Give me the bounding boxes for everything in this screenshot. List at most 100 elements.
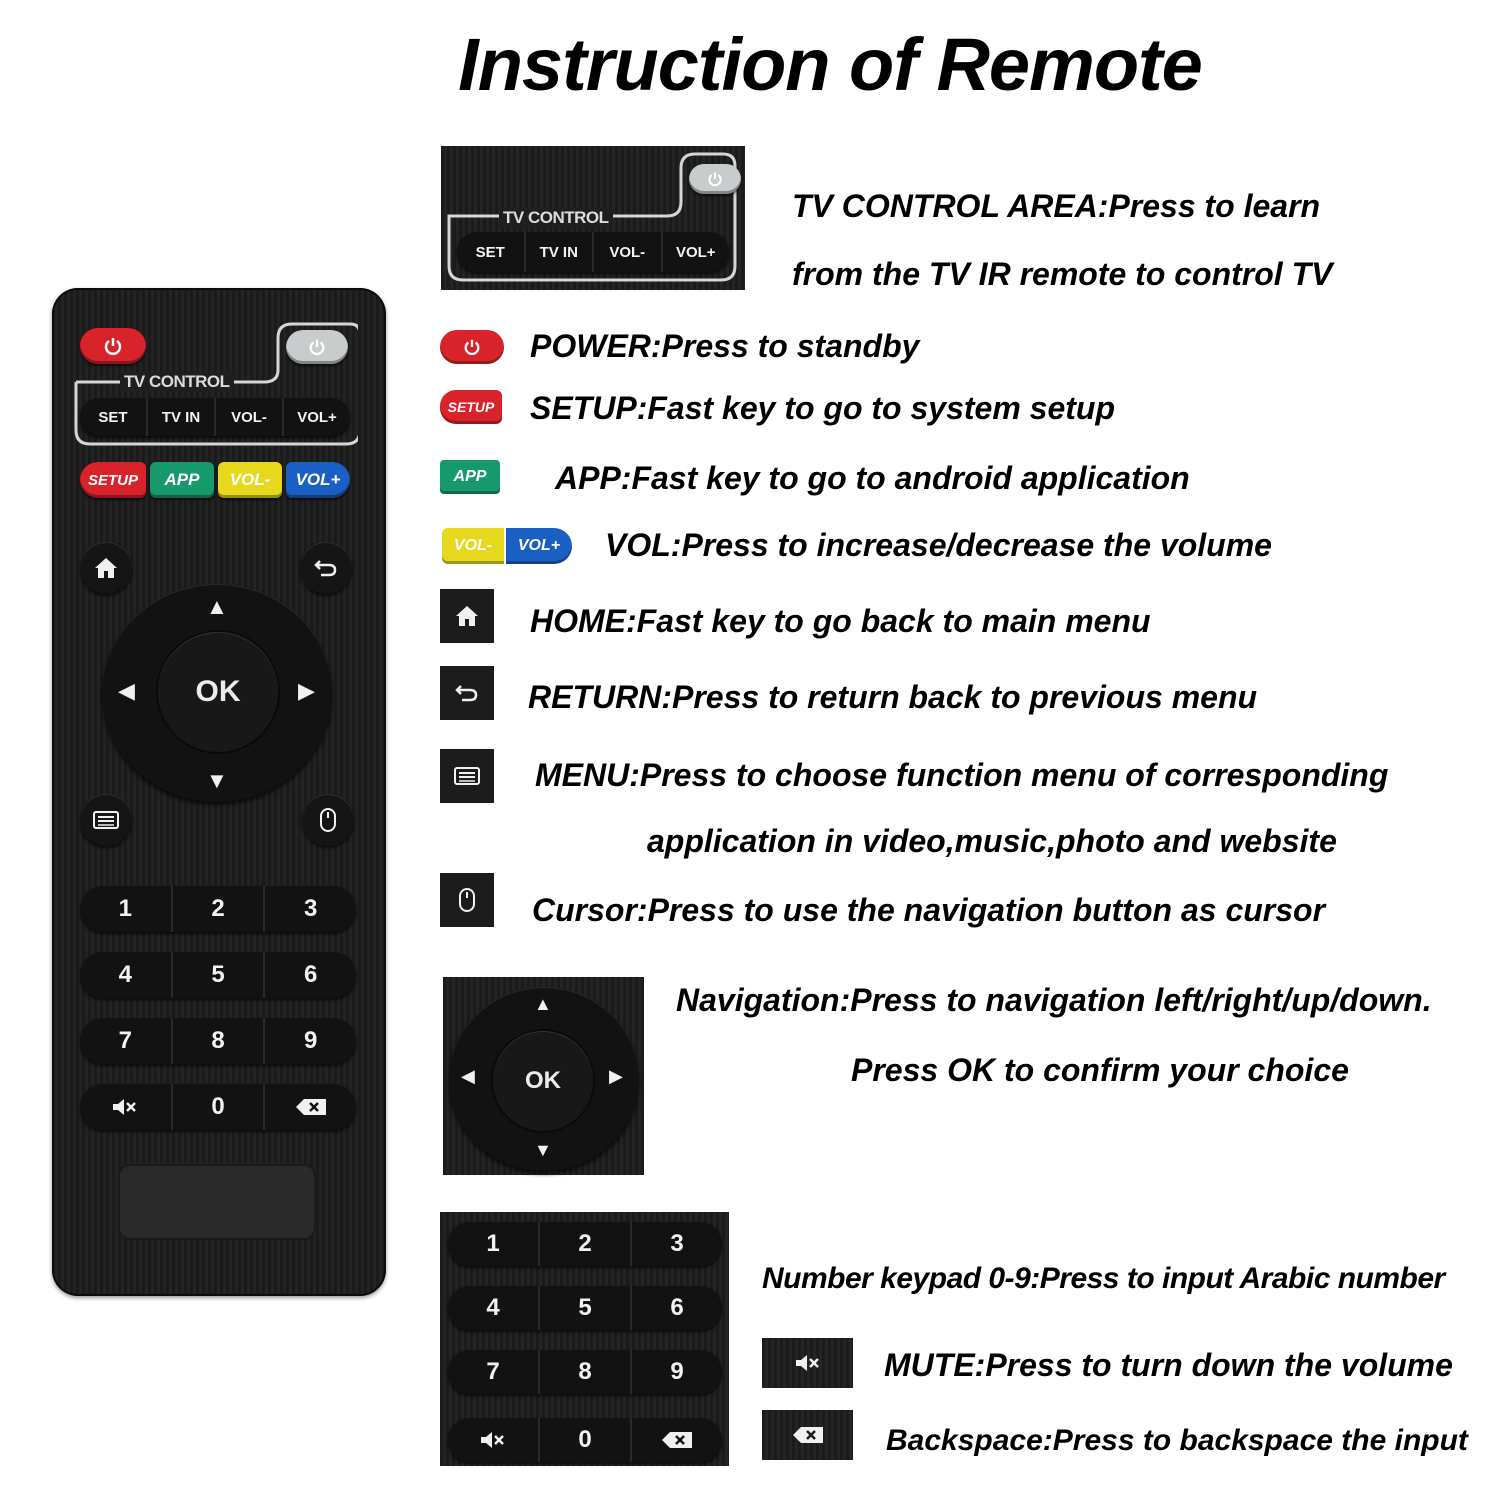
key-4[interactable]: 4 <box>80 952 173 998</box>
tv-in-button[interactable]: TV IN <box>148 398 216 436</box>
keypad-desc: Number keypad 0-9:Press to input Arabic … <box>762 1262 1445 1295</box>
key-5: 5 <box>540 1286 632 1330</box>
menu-button[interactable] <box>80 794 132 846</box>
mute-key[interactable] <box>80 1084 173 1130</box>
return-button <box>440 666 494 720</box>
keypad-thumbnail: 1 2 3 4 5 6 7 8 9 0 <box>440 1212 729 1466</box>
down-arrow-icon: ▼ <box>534 1140 552 1160</box>
backspace-icon <box>660 1430 694 1450</box>
key-1[interactable]: 1 <box>80 886 173 932</box>
mouse-icon <box>458 887 476 913</box>
mute-thumbnail <box>762 1338 853 1388</box>
vol-minus-button: VOL- <box>442 528 504 564</box>
tv-set-button: SET <box>457 232 526 272</box>
tv-vol-minus-button: VOL- <box>594 232 663 272</box>
home-icon <box>93 556 119 580</box>
tv-button-row: SET TV IN VOL- VOL+ <box>457 232 729 272</box>
key-9: 9 <box>670 1358 684 1385</box>
key-5[interactable]: 5 <box>173 952 266 998</box>
keypad-row: 0 <box>80 1084 356 1130</box>
vol-plus-button[interactable]: VOL+ <box>286 462 350 498</box>
key-6[interactable]: 6 <box>265 952 356 998</box>
key-8: 8 <box>540 1350 632 1394</box>
return-icon <box>314 557 338 579</box>
power-icon <box>463 338 481 356</box>
backspace-key[interactable] <box>265 1084 356 1130</box>
left-arrow-icon[interactable]: ◀ <box>118 680 135 702</box>
mute-icon <box>794 1353 822 1373</box>
key-0[interactable]: 0 <box>173 1084 266 1130</box>
tv-control-label: TV CONTROL <box>499 208 613 228</box>
key-1: 1 <box>448 1222 540 1266</box>
key-9[interactable]: 9 <box>265 1018 356 1064</box>
setup-button: SETUP <box>440 390 502 424</box>
page-title: Instruction of Remote <box>458 23 1203 106</box>
return-button[interactable] <box>300 542 352 594</box>
backspace-icon <box>791 1425 825 1445</box>
key-2: 2 <box>540 1222 632 1266</box>
tv-set-button[interactable]: SET <box>80 398 148 436</box>
power-icon <box>308 338 326 356</box>
cursor-desc: Cursor:Press to use the navigation butto… <box>532 892 1326 928</box>
vol-plus-button: VOL+ <box>506 528 572 564</box>
keypad-row: 1 2 3 <box>448 1222 722 1266</box>
navigation-desc-2: Press OK to confirm your choice <box>851 1052 1349 1088</box>
mouse-icon <box>319 807 337 833</box>
cursor-button <box>440 873 494 927</box>
key-2[interactable]: 2 <box>173 886 266 932</box>
setup-desc: SETUP:Fast key to go to system setup <box>530 390 1116 426</box>
keypad-row: 7 8 9 <box>448 1350 722 1394</box>
home-icon <box>454 604 480 628</box>
right-arrow-icon[interactable]: ▶ <box>298 680 315 702</box>
tv-in-button: TV IN <box>526 232 594 272</box>
power-desc: POWER:Press to standby <box>530 328 920 364</box>
app-button[interactable]: APP <box>150 462 214 498</box>
mute-icon <box>111 1097 139 1117</box>
mute-icon <box>479 1430 507 1450</box>
backspace-thumbnail <box>762 1410 853 1460</box>
ok-button[interactable]: OK <box>158 632 278 752</box>
backspace-key <box>632 1418 722 1462</box>
home-button <box>440 589 494 643</box>
up-arrow-icon[interactable]: ▲ <box>206 596 228 618</box>
tv-control-desc-1: TV CONTROL AREA:Press to learn <box>792 188 1321 224</box>
left-arrow-icon: ◀ <box>461 1066 475 1086</box>
key-7[interactable]: 7 <box>80 1018 173 1064</box>
ok-button: OK <box>493 1031 593 1131</box>
vol-minus-button[interactable]: VOL- <box>218 462 282 498</box>
key-8[interactable]: 8 <box>173 1018 266 1064</box>
return-desc: RETURN:Press to return back to previous … <box>528 679 1258 715</box>
tv-control-desc-2: from the TV IR remote to control TV <box>792 256 1333 292</box>
key-3[interactable]: 3 <box>265 886 356 932</box>
key-0: 0 <box>540 1418 632 1462</box>
navigation-desc-1: Navigation:Press to navigation left/righ… <box>676 982 1432 1018</box>
tv-vol-plus-button: VOL+ <box>675 243 716 261</box>
tv-vol-minus-button[interactable]: VOL- <box>216 398 284 436</box>
app-button: APP <box>440 460 500 494</box>
tv-vol-plus-button[interactable]: VOL+ <box>284 398 350 436</box>
menu-icon <box>93 811 119 829</box>
up-arrow-icon: ▲ <box>534 994 552 1014</box>
menu-desc-2: application in video,music,photo and web… <box>647 823 1337 859</box>
key-3: 3 <box>670 1230 684 1257</box>
keypad-row: 7 8 9 <box>80 1018 356 1064</box>
tv-power-button <box>689 164 741 194</box>
key-6: 6 <box>670 1294 684 1321</box>
tv-button-row: SET TV IN VOL- VOL+ <box>80 398 350 436</box>
setup-button[interactable]: SETUP <box>80 462 146 498</box>
menu-desc-1: MENU:Press to choose function menu of co… <box>535 757 1389 793</box>
down-arrow-icon[interactable]: ▼ <box>206 770 228 792</box>
home-button[interactable] <box>80 542 132 594</box>
keypad-row: 4 5 6 <box>80 952 356 998</box>
navigation-thumbnail: ▲ ▼ ◀ ▶ OK <box>443 977 644 1175</box>
keypad-row: 1 2 3 <box>80 886 356 932</box>
return-icon <box>455 682 479 704</box>
key-7: 7 <box>448 1350 540 1394</box>
key-4: 4 <box>448 1286 540 1330</box>
menu-button <box>440 749 494 803</box>
cursor-button[interactable] <box>302 794 354 846</box>
menu-icon <box>454 767 480 785</box>
ir-window <box>118 1164 316 1240</box>
power-icon <box>707 171 723 187</box>
tv-power-button[interactable] <box>286 330 348 364</box>
